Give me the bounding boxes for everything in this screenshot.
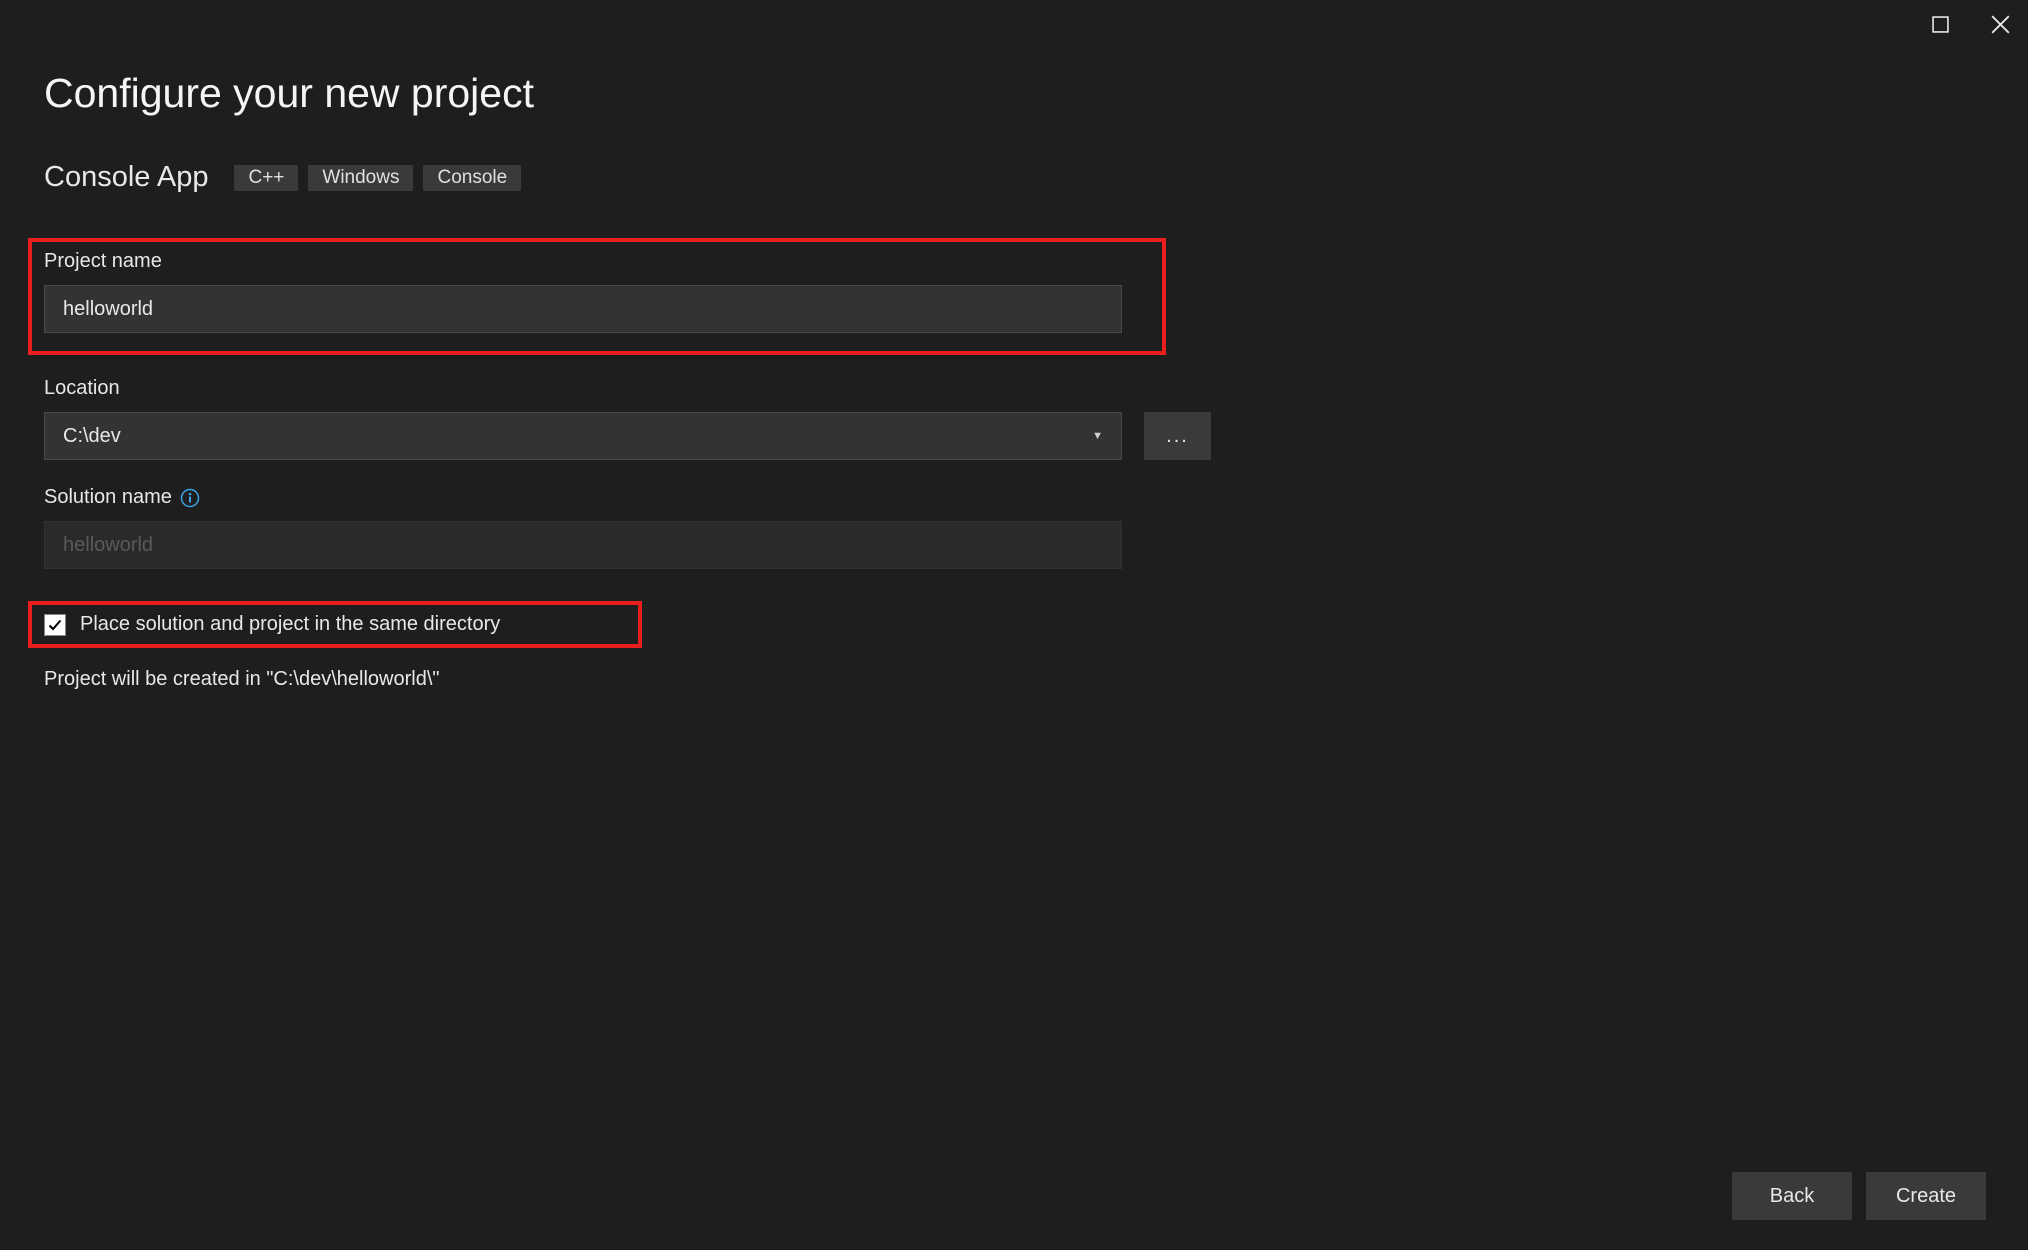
solution-name-label: Solution name	[44, 486, 172, 509]
project-name-label: Project name	[44, 250, 1150, 273]
tag-windows: Windows	[308, 165, 413, 191]
same-directory-checkbox[interactable]	[44, 614, 66, 636]
maximize-button[interactable]	[1928, 12, 1952, 36]
same-directory-label: Place solution and project in the same d…	[80, 613, 500, 636]
close-button[interactable]	[1988, 12, 2012, 36]
info-icon[interactable]	[180, 488, 200, 508]
close-icon	[1991, 15, 2010, 34]
subtitle-row: Console App C++ Windows Console	[44, 161, 1984, 194]
check-icon	[47, 617, 63, 633]
project-path-info: Project will be created in "C:\dev\hello…	[44, 668, 1984, 691]
template-name: Console App	[44, 161, 208, 194]
back-button[interactable]: Back	[1732, 1172, 1852, 1220]
template-tags: C++ Windows Console	[234, 165, 521, 191]
chevron-down-icon: ▼	[1092, 430, 1103, 442]
location-value: C:\dev	[63, 425, 121, 448]
location-label: Location	[44, 377, 1984, 400]
browse-button[interactable]: ...	[1144, 412, 1211, 460]
tag-console: Console	[423, 165, 521, 191]
create-button[interactable]: Create	[1866, 1172, 1986, 1220]
page-title: Configure your new project	[44, 70, 1984, 117]
footer-buttons: Back Create	[1732, 1172, 1986, 1220]
tag-cpp: C++	[234, 165, 298, 191]
project-name-highlight: Project name	[28, 238, 1166, 355]
same-directory-highlight: Place solution and project in the same d…	[28, 601, 642, 648]
title-bar	[0, 0, 2028, 48]
project-name-input[interactable]	[44, 285, 1122, 333]
location-combo[interactable]: C:\dev ▼	[44, 412, 1122, 460]
solution-name-input: helloworld	[44, 521, 1122, 569]
maximize-icon	[1932, 16, 1949, 33]
